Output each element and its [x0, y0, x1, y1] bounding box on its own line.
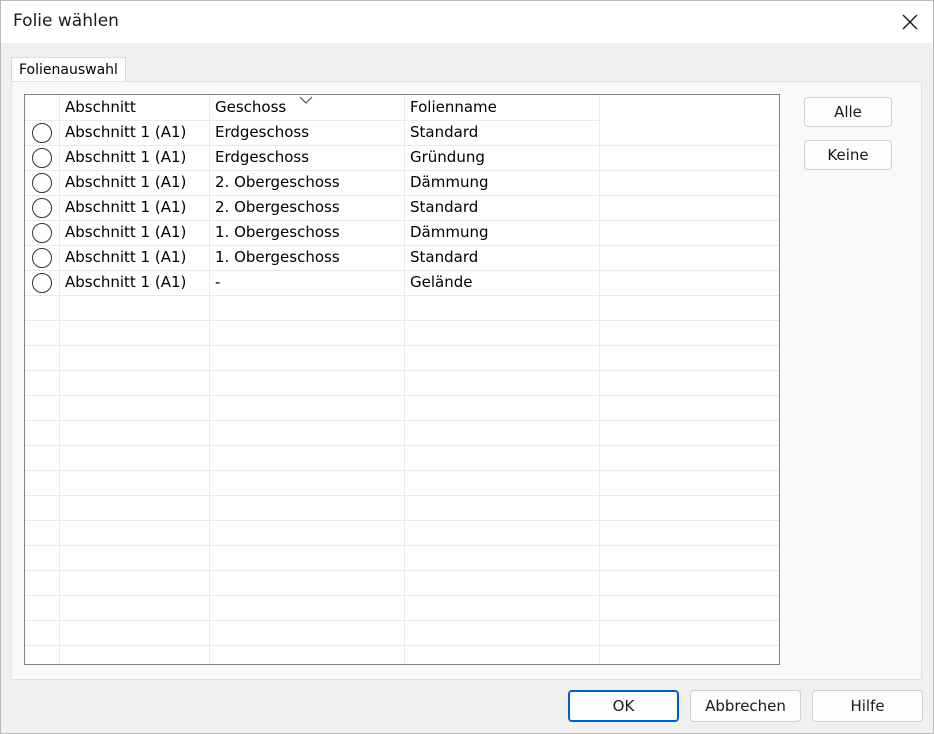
select-all-button[interactable]: Alle: [804, 97, 892, 127]
cell-abschnitt: Abschnitt 1 (A1): [65, 123, 187, 141]
row-radio-button[interactable]: [32, 248, 52, 268]
select-none-button[interactable]: Keine: [804, 140, 892, 170]
row-separator: [25, 570, 779, 571]
row-radio-button[interactable]: [32, 173, 52, 193]
row-separator: [25, 645, 779, 646]
column-separator: [59, 95, 60, 664]
folien-grid[interactable]: Abschnitt Geschoss Folienname Abschnitt …: [24, 94, 780, 665]
row-separator: [25, 345, 779, 346]
cell-abschnitt: Abschnitt 1 (A1): [65, 148, 187, 166]
cell-abschnitt: Abschnitt 1 (A1): [65, 173, 187, 191]
cell-geschoss: 1. Obergeschoss: [215, 223, 340, 241]
chevron-down-icon: [299, 96, 313, 104]
row-separator: [25, 395, 779, 396]
cell-folienname: Standard: [410, 248, 479, 266]
row-separator: [25, 520, 779, 521]
column-separator: [404, 95, 405, 664]
row-separator: [25, 595, 779, 596]
cell-geschoss: Erdgeschoss: [215, 123, 310, 141]
row-separator: [25, 370, 779, 371]
tab-panel-folienauswahl: Abschnitt Geschoss Folienname Abschnitt …: [11, 81, 922, 680]
row-separator: [25, 320, 779, 321]
cell-geschoss: Erdgeschoss: [215, 148, 310, 166]
help-button[interactable]: Hilfe: [812, 690, 923, 722]
tab-folienauswahl[interactable]: Folienauswahl: [11, 57, 126, 83]
cell-folienname: Standard: [410, 123, 479, 141]
cell-abschnitt: Abschnitt 1 (A1): [65, 223, 187, 241]
row-radio-button[interactable]: [32, 273, 52, 293]
ok-button[interactable]: OK: [568, 690, 679, 722]
row-radio-button[interactable]: [32, 198, 52, 218]
cell-abschnitt: Abschnitt 1 (A1): [65, 273, 187, 291]
cell-geschoss: 2. Obergeschoss: [215, 198, 340, 216]
cancel-button[interactable]: Abbrechen: [690, 690, 801, 722]
cell-folienname: Dämmung: [410, 223, 489, 241]
cell-geschoss: -: [215, 273, 221, 291]
cell-folienname: Standard: [410, 198, 479, 216]
row-separator: [25, 295, 779, 296]
cell-geschoss: 2. Obergeschoss: [215, 173, 340, 191]
row-separator: [25, 545, 779, 546]
dialog-window: Folie wählen Folienauswahl Abschnitt Ges…: [0, 0, 934, 734]
cell-geschoss: 1. Obergeschoss: [215, 248, 340, 266]
column-header-folienname[interactable]: Folienname: [410, 95, 590, 120]
row-separator: [25, 620, 779, 621]
close-button[interactable]: [887, 1, 933, 43]
cell-folienname: Dämmung: [410, 173, 489, 191]
column-header-abschnitt[interactable]: Abschnitt: [65, 95, 205, 120]
row-separator: [25, 420, 779, 421]
column-separator: [209, 95, 210, 664]
row-separator: [25, 495, 779, 496]
window-title: Folie wählen: [13, 11, 119, 31]
row-radio-button[interactable]: [32, 148, 52, 168]
row-separator: [25, 470, 779, 471]
cell-abschnitt: Abschnitt 1 (A1): [65, 198, 187, 216]
cell-folienname: Gelände: [410, 273, 473, 291]
cell-folienname: Gründung: [410, 148, 485, 166]
close-icon: [902, 14, 918, 30]
row-radio-button[interactable]: [32, 223, 52, 243]
cell-abschnitt: Abschnitt 1 (A1): [65, 248, 187, 266]
column-separator: [599, 95, 600, 664]
title-bar: Folie wählen: [1, 1, 933, 43]
row-separator: [25, 445, 779, 446]
row-radio-button[interactable]: [32, 123, 52, 143]
